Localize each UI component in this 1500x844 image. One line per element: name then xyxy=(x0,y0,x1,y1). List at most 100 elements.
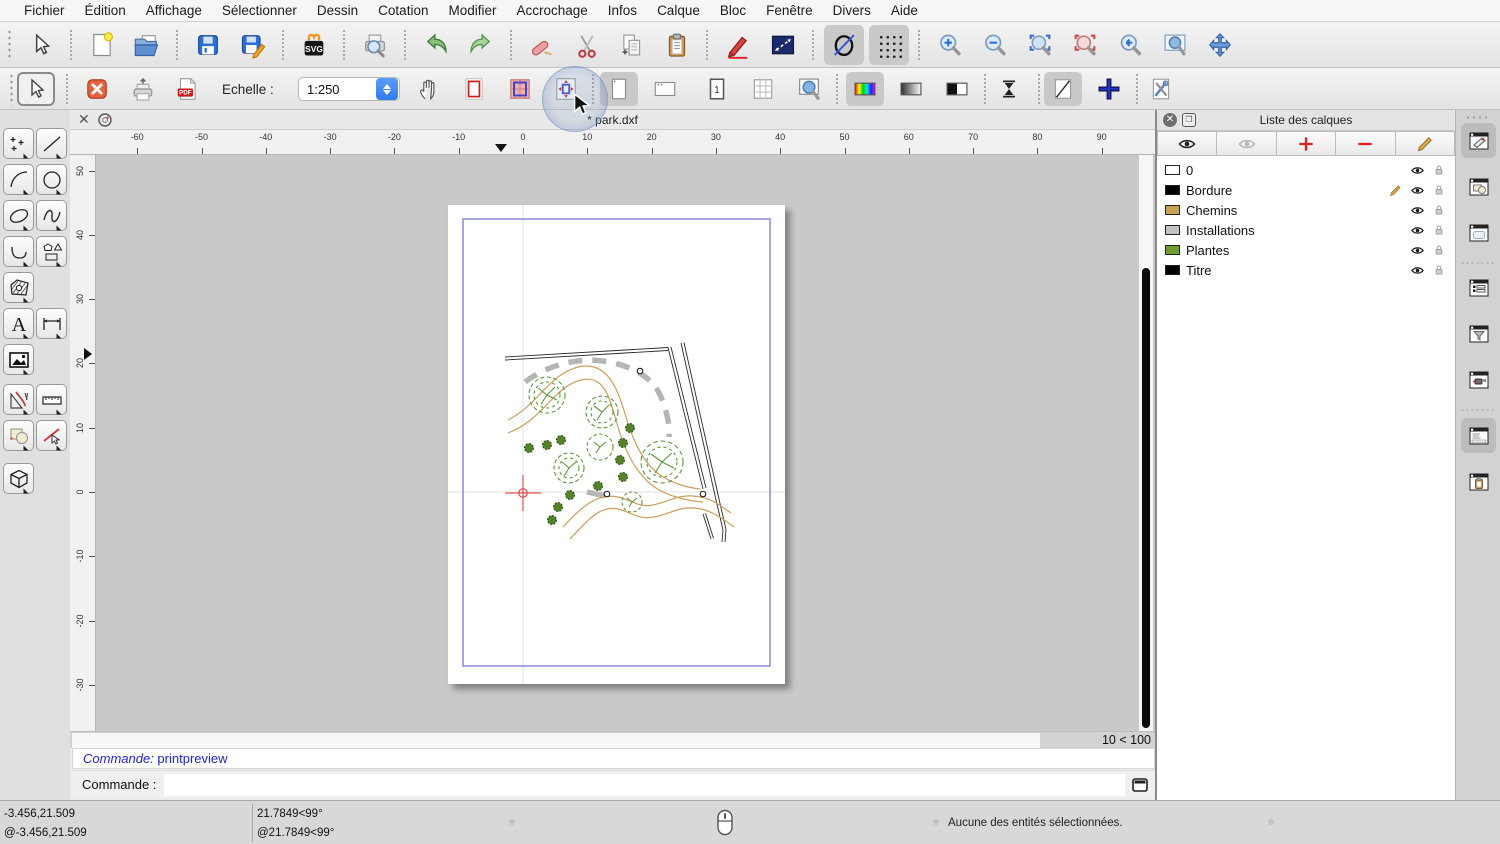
zoom-window-button[interactable] xyxy=(1155,25,1195,65)
layer-lock-icon[interactable] xyxy=(1432,263,1446,277)
open-file-button[interactable] xyxy=(127,25,167,65)
svg-export-button[interactable]: SVG xyxy=(294,25,334,65)
edit-layer-button[interactable] xyxy=(1396,131,1455,156)
points-tool-button[interactable] xyxy=(3,128,34,159)
black-white-button[interactable] xyxy=(938,72,976,106)
print-preview-button[interactable] xyxy=(355,25,395,65)
hatch-tool-button[interactable] xyxy=(3,272,34,303)
menu-item-affichage[interactable]: Affichage xyxy=(136,3,212,18)
paste-button[interactable] xyxy=(657,25,697,65)
line-tool-button[interactable] xyxy=(36,128,67,159)
text-tool-button[interactable]: A xyxy=(3,308,34,339)
copy-button[interactable] xyxy=(612,25,652,65)
layer-color-swatch[interactable] xyxy=(1165,185,1180,195)
layer-color-swatch[interactable] xyxy=(1165,245,1180,255)
single-page-button[interactable]: 1 xyxy=(698,72,736,106)
layer-name[interactable]: Bordure xyxy=(1186,183,1232,198)
circle-slash-toggle-button[interactable] xyxy=(824,25,864,65)
command-toggle-button[interactable] xyxy=(1125,778,1155,792)
hide-all-layers-button[interactable] xyxy=(1217,131,1276,156)
menu-item-bloc[interactable]: Bloc xyxy=(710,3,756,18)
save-button[interactable] xyxy=(188,25,228,65)
layer-row-installations[interactable]: Installations xyxy=(1157,220,1455,240)
draft-tools-button[interactable] xyxy=(3,384,34,415)
portrait-orientation-button[interactable] xyxy=(600,72,638,106)
pan-button[interactable] xyxy=(1200,25,1240,65)
layer-lock-icon[interactable] xyxy=(1432,203,1446,217)
new-document-button[interactable] xyxy=(82,25,122,65)
draw-pencil-button[interactable] xyxy=(718,25,758,65)
redo-button[interactable] xyxy=(461,25,501,65)
shapes-tool-button[interactable] xyxy=(36,236,67,267)
layer-name[interactable]: Installations xyxy=(1186,223,1255,238)
close-print-preview-button[interactable] xyxy=(78,72,116,106)
block-list-panel-button[interactable] xyxy=(1461,169,1496,204)
layer-row-0[interactable]: 0 xyxy=(1157,160,1455,180)
menu-item-s-lectionner[interactable]: Sélectionner xyxy=(212,3,307,18)
view3d-tool-button[interactable] xyxy=(3,463,34,494)
layer-lock-icon[interactable] xyxy=(1432,223,1446,237)
layer-lock-icon[interactable] xyxy=(1432,183,1446,197)
document-tab-title[interactable]: * park.dxf xyxy=(70,110,1155,130)
horizontal-scrollbar-track[interactable] xyxy=(72,733,1040,748)
layer-row-bordure[interactable]: Bordure xyxy=(1157,180,1455,200)
zoom-previous-button[interactable] xyxy=(1110,25,1150,65)
zoom-in-button[interactable] xyxy=(930,25,970,65)
grayscale-button[interactable] xyxy=(892,72,930,106)
layer-color-swatch[interactable] xyxy=(1165,205,1180,215)
menu-item-fichier[interactable]: Fichier xyxy=(14,3,75,18)
layer-list-panel-button[interactable] xyxy=(1461,123,1496,158)
layer-name[interactable]: Chemins xyxy=(1186,203,1237,218)
toolbar-drag-handle[interactable] xyxy=(7,29,13,61)
pdf-export-button[interactable]: PDF xyxy=(168,72,206,106)
crosshair-button[interactable] xyxy=(1090,72,1128,106)
panel-close-icon[interactable]: ✕ xyxy=(1163,113,1177,127)
zoom-out-button[interactable] xyxy=(975,25,1015,65)
dimension-tool-button[interactable] xyxy=(36,308,67,339)
layer-row-titre[interactable]: Titre xyxy=(1157,260,1455,280)
add-layer-button[interactable] xyxy=(1277,131,1336,156)
menu-item-fen-tre[interactable]: Fenêtre xyxy=(756,3,823,18)
print-button[interactable] xyxy=(124,72,162,106)
zoom-auto-button[interactable] xyxy=(1020,25,1060,65)
diagonal-page-button[interactable] xyxy=(1044,72,1082,106)
menu-item--dition[interactable]: Édition xyxy=(75,3,136,18)
command-line-panel-button[interactable] xyxy=(1461,418,1496,453)
selection-filter-panel-button[interactable] xyxy=(1461,316,1496,351)
ellipse-tool-button[interactable] xyxy=(3,200,34,231)
show-all-layers-button[interactable] xyxy=(1157,131,1217,156)
remove-layer-button[interactable] xyxy=(1336,131,1395,156)
menu-item-dessin[interactable]: Dessin xyxy=(307,3,368,18)
image-tool-button[interactable] xyxy=(3,344,34,375)
menu-item-infos[interactable]: Infos xyxy=(598,3,647,18)
property-editor-panel-button[interactable] xyxy=(1461,270,1496,305)
pointer-tool-button[interactable] xyxy=(21,25,61,65)
paper-borders-button[interactable] xyxy=(455,72,493,106)
layer-visibility-eye-icon[interactable] xyxy=(1410,243,1425,258)
vertical-scrollbar-thumb[interactable] xyxy=(1142,268,1150,728)
blocks-tool-button[interactable] xyxy=(3,420,34,451)
delete-button[interactable] xyxy=(522,25,562,65)
menu-item-cotation[interactable]: Cotation xyxy=(368,3,438,18)
page-tiles-button[interactable] xyxy=(501,72,539,106)
measure-tool-button[interactable] xyxy=(36,384,67,415)
horizontal-scrollbar[interactable]: 10 < 100 xyxy=(70,731,1155,748)
menu-item-calque[interactable]: Calque xyxy=(647,3,710,18)
fit-to-page-button[interactable] xyxy=(547,72,585,106)
vertical-scrollbar[interactable] xyxy=(1139,155,1153,731)
modify-tool-button[interactable] xyxy=(36,420,67,451)
spline-tool-button[interactable] xyxy=(36,200,67,231)
layer-lock-icon[interactable] xyxy=(1432,163,1446,177)
menu-item-modifier[interactable]: Modifier xyxy=(438,3,506,18)
pan-hand-button[interactable] xyxy=(410,72,448,106)
cut-button[interactable] xyxy=(567,25,607,65)
zoom-to-page-button[interactable] xyxy=(790,72,828,106)
undo-button[interactable] xyxy=(416,25,456,65)
layer-visibility-eye-icon[interactable] xyxy=(1410,223,1425,238)
menu-item-divers[interactable]: Divers xyxy=(823,3,881,18)
zoom-selection-button[interactable] xyxy=(1065,25,1105,65)
landscape-orientation-button[interactable] xyxy=(646,72,684,106)
distance-tool-button[interactable] xyxy=(763,25,803,65)
menu-item-aide[interactable]: Aide xyxy=(881,3,928,18)
panel-float-icon[interactable]: ❒ xyxy=(1182,113,1196,127)
